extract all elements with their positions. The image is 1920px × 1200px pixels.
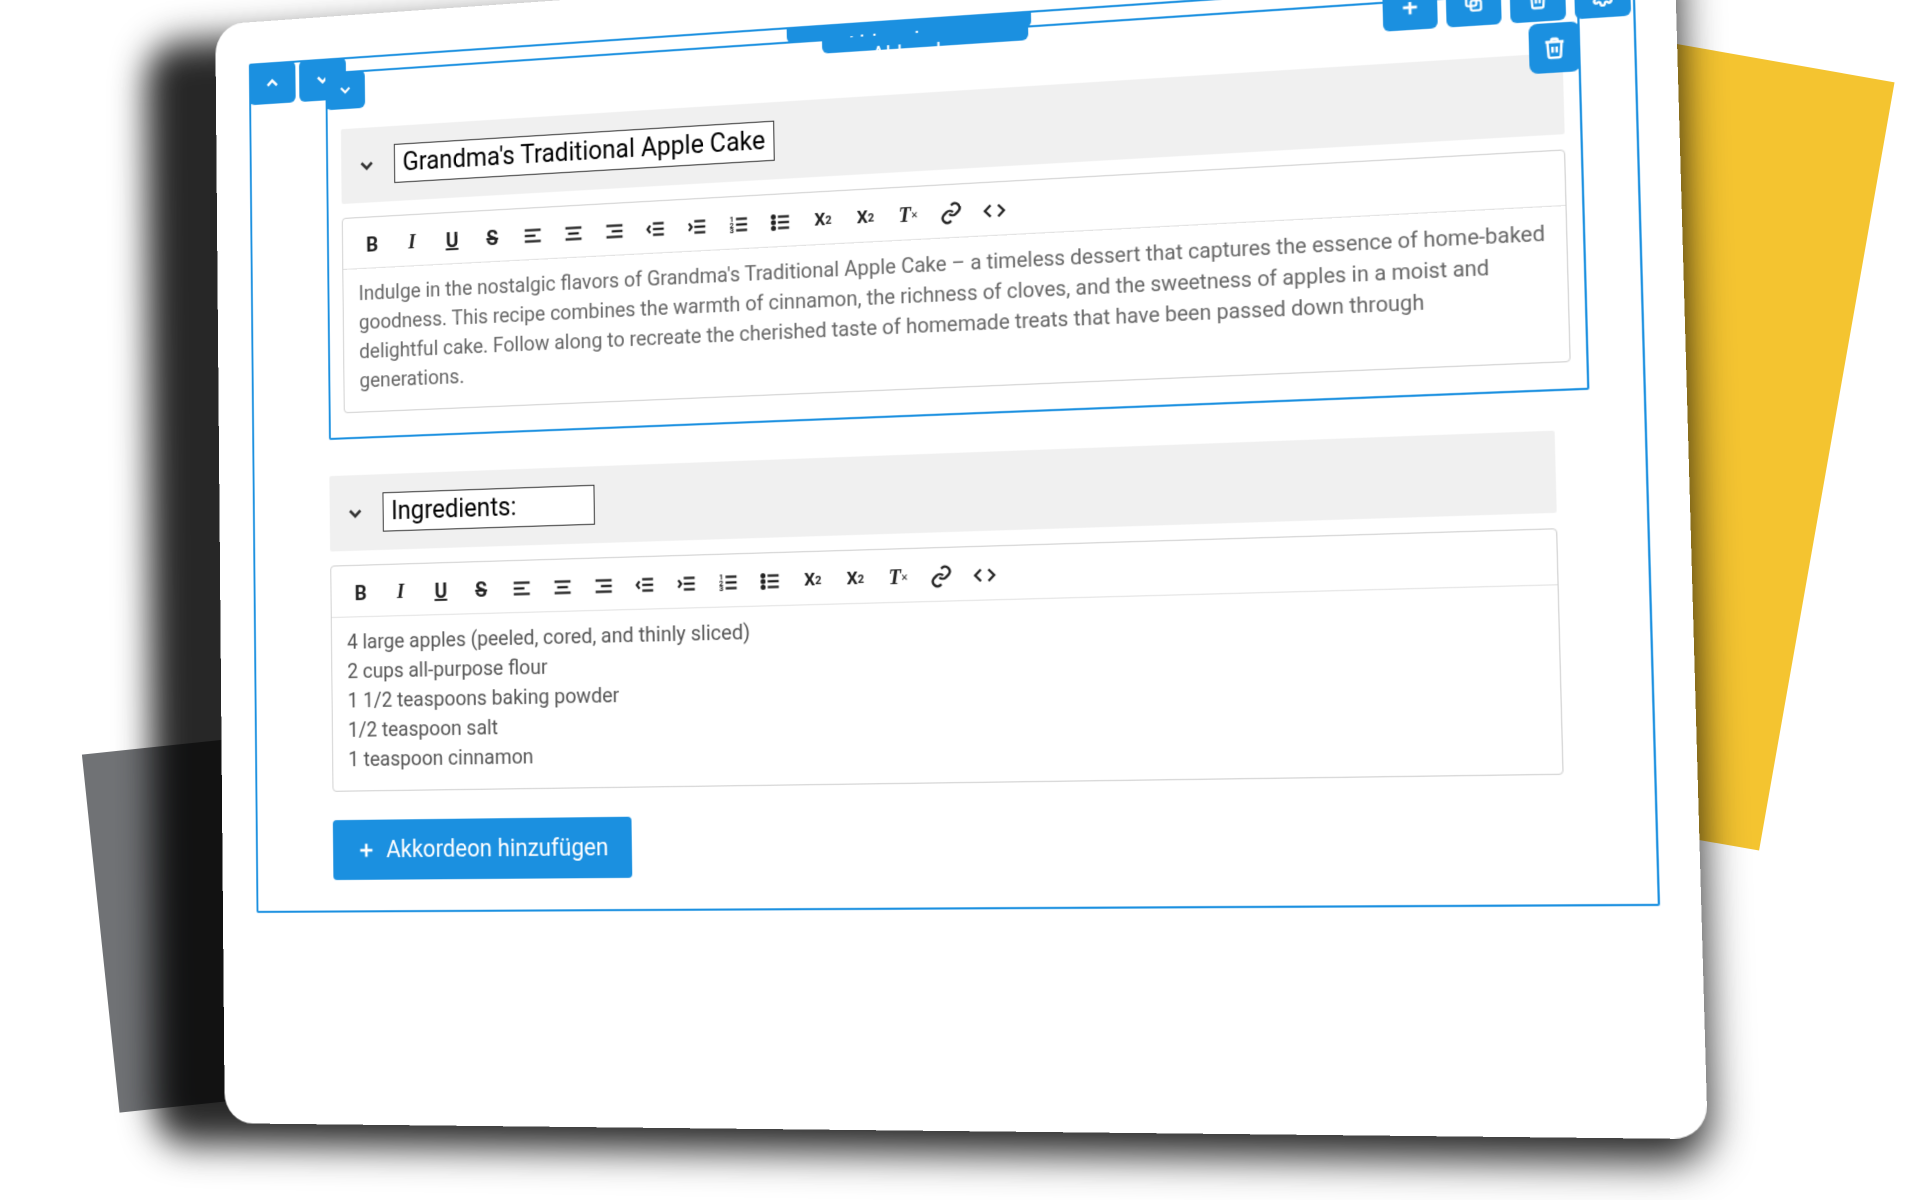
strike-button[interactable]: S bbox=[480, 224, 505, 252]
superscript-button[interactable]: X2 bbox=[842, 565, 869, 593]
clear-format-button[interactable]: T× bbox=[885, 564, 912, 592]
align-right-button[interactable] bbox=[602, 217, 628, 245]
add-accordion-label: Akkordeon hinzufügen bbox=[386, 834, 608, 864]
svg-text:3: 3 bbox=[719, 584, 723, 594]
align-center-button[interactable] bbox=[550, 574, 576, 601]
strike-button[interactable]: S bbox=[468, 576, 493, 603]
unordered-list-button[interactable] bbox=[768, 208, 794, 236]
italic-button[interactable]: I bbox=[388, 578, 413, 605]
align-left-button[interactable] bbox=[509, 575, 535, 602]
unordered-list-button[interactable] bbox=[757, 567, 784, 595]
underline-button[interactable]: U bbox=[439, 226, 464, 254]
code-button[interactable] bbox=[981, 196, 1008, 225]
accordion-title-input[interactable]: Ingredients: bbox=[382, 485, 594, 532]
add-accordion-button[interactable]: Akkordeon hinzufügen bbox=[333, 817, 633, 880]
code-button[interactable] bbox=[971, 561, 998, 589]
accordion-title-input[interactable]: Grandma's Traditional Apple Cake bbox=[394, 121, 775, 183]
bold-button[interactable]: B bbox=[348, 579, 373, 606]
chevron-down-icon bbox=[354, 151, 379, 178]
subscript-button[interactable]: X2 bbox=[810, 206, 837, 234]
superscript-button[interactable]: X2 bbox=[852, 204, 879, 232]
chevron-down-icon bbox=[343, 499, 368, 526]
plus-icon bbox=[356, 838, 377, 861]
rich-editor: B I U S 123 X2 X2 T× bbox=[330, 528, 1563, 792]
link-button[interactable] bbox=[938, 199, 965, 228]
accordions-container: Akkordeons bbox=[249, 0, 1660, 913]
editor-card: Akkordeons bbox=[215, 0, 1708, 1139]
indent-button[interactable] bbox=[684, 213, 710, 241]
align-center-button[interactable] bbox=[561, 220, 587, 248]
svg-text:3: 3 bbox=[730, 226, 734, 236]
link-button[interactable] bbox=[928, 562, 955, 590]
align-right-button[interactable] bbox=[591, 572, 617, 599]
subscript-button[interactable]: X2 bbox=[799, 566, 826, 594]
ordered-list-button[interactable]: 123 bbox=[726, 210, 752, 238]
italic-button[interactable]: I bbox=[400, 228, 425, 255]
underline-button[interactable]: U bbox=[428, 577, 453, 604]
outdent-button[interactable] bbox=[643, 215, 669, 243]
bold-button[interactable]: B bbox=[360, 231, 385, 258]
indent-button[interactable] bbox=[673, 570, 699, 598]
editor-content[interactable]: 4 large apples (peeled, cored, and thinl… bbox=[332, 585, 1563, 790]
ordered-list-button[interactable]: 123 bbox=[715, 569, 741, 597]
accordion-item: Ingredients: B I U S 123 bbox=[329, 431, 1563, 792]
item-delete-button[interactable] bbox=[1528, 21, 1581, 74]
outdent-button[interactable] bbox=[632, 571, 658, 599]
accordion-item-selected: Akkordeon Grandma's Traditional Apple Ca… bbox=[325, 0, 1589, 440]
collapse-up-button[interactable] bbox=[249, 61, 296, 106]
item-collapse-toggle[interactable] bbox=[325, 70, 365, 110]
align-left-button[interactable] bbox=[520, 222, 545, 250]
clear-format-button[interactable]: T× bbox=[895, 201, 922, 229]
